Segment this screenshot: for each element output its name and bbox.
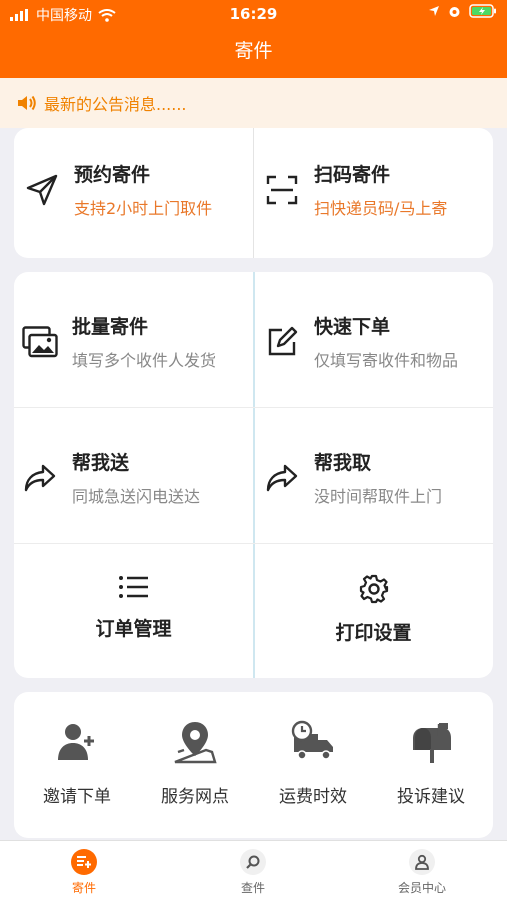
notice-text: 最新的公告消息...... <box>44 95 187 114</box>
services-card: 批量寄件 填写多个收件人发货 快速下单 仅填写寄收件和物品 帮我送 同城急送闪电… <box>14 272 493 678</box>
send-options-card: 预约寄件 支持2小时上门取件 扫码寄件 扫快递员码/马上寄 <box>14 128 493 258</box>
reserve-send-title: 预约寄件 <box>74 164 151 186</box>
print-settings-button[interactable]: 打印设置 <box>254 574 493 645</box>
help-pickup-button[interactable]: 帮我取 没时间帮取件上门 <box>260 448 492 507</box>
battery-icon <box>469 4 496 18</box>
divider <box>253 128 254 258</box>
mailbox-icon <box>413 723 451 763</box>
tab-track-label: 查件 <box>240 881 265 895</box>
status-right <box>428 4 497 18</box>
batch-send-button[interactable]: 批量寄件 填写多个收件人发货 <box>18 312 250 371</box>
divider <box>14 543 493 544</box>
add-user-icon <box>58 724 94 760</box>
order-management-label: 订单管理 <box>95 618 172 640</box>
tab-bar: 寄件 查件 会员中心 <box>0 840 507 900</box>
help-pickup-subtitle: 没时间帮取件上门 <box>314 487 443 506</box>
page-title: 寄件 <box>234 40 273 62</box>
help-deliver-button[interactable]: 帮我送 同城急送闪电送达 <box>18 448 250 507</box>
tab-send[interactable]: 寄件 <box>24 849 144 896</box>
quick-order-button[interactable]: 快速下单 仅填写寄收件和物品 <box>260 312 492 371</box>
scan-icon <box>266 175 298 204</box>
quick-order-title: 快速下单 <box>314 316 391 338</box>
search-icon <box>240 849 266 875</box>
tab-send-label: 寄件 <box>71 881 96 895</box>
divider <box>14 407 493 408</box>
tab-member[interactable]: 会员中心 <box>362 849 482 896</box>
shipping-time-button[interactable]: 运费时效 <box>258 720 368 807</box>
notice-bar[interactable]: 最新的公告消息...... <box>0 78 507 128</box>
paper-plane-icon <box>26 174 58 205</box>
service-points-button[interactable]: 服务网点 <box>140 720 250 807</box>
shipping-time-label: 运费时效 <box>279 787 347 807</box>
list-icon <box>118 576 148 598</box>
invite-order-button[interactable]: 邀请下单 <box>22 720 132 807</box>
tab-track[interactable]: 查件 <box>193 849 313 896</box>
batch-send-title: 批量寄件 <box>72 316 149 338</box>
invite-order-label: 邀请下单 <box>43 787 111 807</box>
batch-send-subtitle: 填写多个收件人发货 <box>72 351 217 370</box>
help-deliver-subtitle: 同城急送闪电送达 <box>72 487 201 506</box>
user-icon <box>409 849 435 875</box>
complaint-button[interactable]: 投诉建议 <box>376 720 486 807</box>
delivery-truck-clock-icon <box>291 720 333 760</box>
print-settings-label: 打印设置 <box>335 622 412 644</box>
status-bar: 中国移动 16:29 <box>0 0 507 28</box>
share-arrow-icon <box>266 464 298 491</box>
edit-icon <box>268 326 298 355</box>
reserve-send-subtitle: 支持2小时上门取件 <box>74 199 213 218</box>
scan-send-title: 扫码寄件 <box>314 164 391 186</box>
nav-bar: 寄件 <box>0 28 507 78</box>
service-points-label: 服务网点 <box>161 787 229 807</box>
scan-send-subtitle: 扫快递员码/马上寄 <box>314 199 448 218</box>
help-deliver-title: 帮我送 <box>72 452 130 474</box>
speaker-icon <box>18 95 36 111</box>
gear-icon <box>359 574 388 604</box>
tab-member-label: 会员中心 <box>397 881 446 895</box>
location-map-icon <box>174 722 217 764</box>
location-arrow-icon <box>429 6 439 16</box>
quick-order-subtitle: 仅填写寄收件和物品 <box>314 351 459 370</box>
help-pickup-title: 帮我取 <box>314 452 372 474</box>
share-arrow-icon <box>24 464 56 491</box>
scan-send-button[interactable]: 扫码寄件 扫快递员码/马上寄 <box>260 160 490 219</box>
complaint-label: 投诉建议 <box>397 787 465 807</box>
images-icon <box>22 325 58 357</box>
send-package-icon <box>71 849 97 875</box>
reserve-send-button[interactable]: 预约寄件 支持2小时上门取件 <box>20 160 250 219</box>
order-management-button[interactable]: 订单管理 <box>14 574 253 641</box>
tools-card: 邀请下单 服务网点 运费时效 投诉建议 <box>14 692 493 838</box>
alarm-icon <box>449 6 460 17</box>
